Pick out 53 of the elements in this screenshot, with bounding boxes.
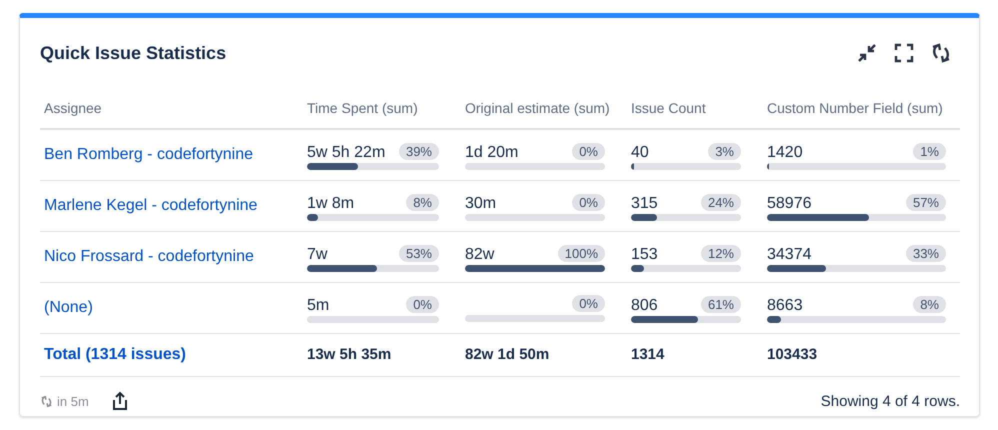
percent-badge: 0%	[406, 296, 439, 313]
column-header: Custom Number Field (sum)	[766, 100, 944, 116]
assignee-link[interactable]: Ben Romberg - codefortynine	[44, 146, 253, 163]
rows-info: Showing 4 of 4 rows.	[820, 392, 960, 410]
assignee-link[interactable]: Marlene Kegel - codefortynine	[44, 197, 258, 214]
refresh-timer: in 5m	[57, 394, 89, 408]
cell-value: 315	[631, 195, 658, 213]
column-header: Assignee	[43, 100, 103, 116]
cell-value: 5m	[307, 297, 330, 315]
cell-value: 5w 5h 22m	[307, 144, 386, 162]
column-header: Issue Count	[630, 100, 707, 116]
percent-badge: 8%	[406, 194, 439, 211]
cell-value: 1w 8m	[307, 195, 354, 213]
percent-badge: 39%	[398, 143, 439, 160]
percent-badge: 0%	[572, 143, 605, 160]
total-value: 103433	[767, 346, 818, 363]
cell-value: 82w	[465, 246, 494, 264]
gadget-title: Quick Issue Statistics	[40, 42, 226, 64]
cell-value: 153	[631, 246, 658, 264]
total-value: 1314	[631, 346, 664, 363]
cell-value: 8663	[767, 297, 803, 315]
column-header: Original estimate (sum)	[464, 100, 611, 116]
percent-badge: 61%	[700, 296, 741, 313]
percent-badge: 0%	[572, 194, 605, 211]
percent-badge: 24%	[700, 194, 741, 211]
percent-badge: 8%	[913, 296, 946, 313]
percent-badge: 3%	[708, 143, 741, 160]
assignee-link[interactable]: Nico Frossard - codefortynine	[44, 248, 254, 265]
share-icon[interactable]	[110, 391, 129, 411]
minimize-icon[interactable]	[856, 42, 878, 64]
cell-value: 40	[631, 144, 649, 162]
percent-badge: 53%	[398, 245, 439, 262]
percent-badge: 0%	[572, 294, 605, 312]
cell-value: 1420	[767, 144, 803, 162]
percent-badge: 100%	[558, 245, 605, 262]
percent-badge: 57%	[906, 194, 946, 211]
percent-badge: 33%	[906, 245, 946, 262]
percent-badge: 12%	[700, 245, 741, 262]
cell-value: 58976	[767, 195, 812, 213]
cell-value: 806	[631, 297, 658, 315]
cell-value: 30m	[465, 195, 496, 213]
fullscreen-icon[interactable]	[893, 42, 915, 64]
cell-value: 34374	[767, 246, 812, 264]
column-header: Time Spent (sum)	[306, 100, 419, 116]
percent-badge: 1%	[913, 143, 946, 160]
refresh-icon[interactable]	[930, 42, 952, 64]
total-value: 82w 1d 50m	[465, 346, 550, 363]
cell-value: 1d 20m	[465, 144, 518, 162]
total-value: 13w 5h 35m	[307, 346, 392, 363]
cell-value: 7w	[307, 246, 328, 264]
refresh-icon	[40, 394, 53, 408]
total-link[interactable]: Total (1314 issues)	[44, 346, 186, 363]
assignee-link[interactable]: (None)	[44, 299, 93, 316]
